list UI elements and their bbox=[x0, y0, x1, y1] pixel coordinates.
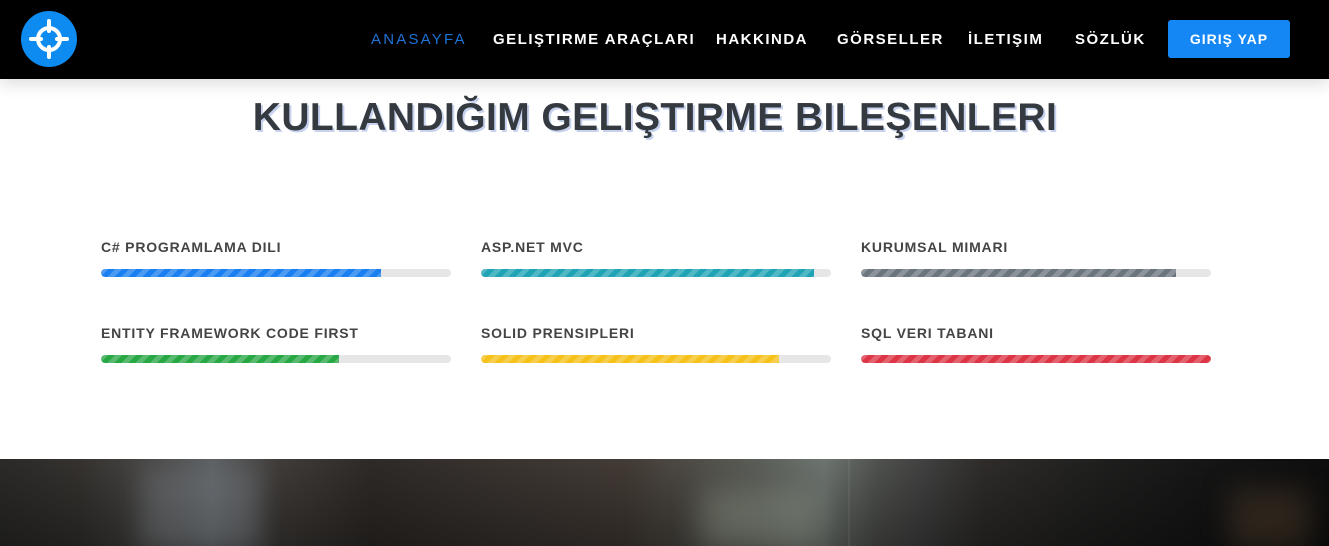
skill-progress-fill bbox=[481, 269, 814, 277]
skill-progress-fill bbox=[861, 355, 1211, 363]
section-title: KULLANDIĞIM GELIŞTIRME BILEŞENLERI bbox=[252, 96, 1058, 139]
skill-progress-track bbox=[481, 269, 831, 277]
skill-progress-track bbox=[481, 355, 831, 363]
skill-item: SOLID PRENSIPLERI bbox=[481, 325, 831, 363]
skill-item: SQL VERI TABANI bbox=[861, 325, 1211, 363]
nav-link-gelistirme-araclari[interactable]: GELIŞTIRME ARAÇLARI bbox=[493, 31, 695, 49]
nav-link-sozluk[interactable]: SÖZLÜK bbox=[1075, 31, 1146, 49]
skill-item: ENTITY FRAMEWORK CODE FIRST bbox=[101, 325, 451, 363]
skill-progress-track bbox=[861, 269, 1211, 277]
skill-label: ENTITY FRAMEWORK CODE FIRST bbox=[101, 325, 359, 341]
skill-label: KURUMSAL MIMARI bbox=[861, 239, 1009, 255]
skill-item: C# PROGRAMLAMA DILI bbox=[101, 239, 451, 277]
blurred-background-shape bbox=[700, 489, 820, 546]
blurred-background-shape bbox=[1230, 489, 1310, 546]
skill-progress-track bbox=[101, 355, 451, 363]
login-button[interactable]: GIRIŞ YAP bbox=[1168, 20, 1290, 58]
skill-label: SQL VERI TABANI bbox=[861, 325, 994, 341]
nav-link-gorseller[interactable]: GÖRSELLER bbox=[837, 31, 944, 49]
skill-progress-fill bbox=[861, 269, 1176, 277]
top-navbar: ANASAYFA GELIŞTIRME ARAÇLARI HAKKINDA GÖ… bbox=[0, 0, 1329, 79]
skill-progress-track bbox=[101, 269, 451, 277]
background-divider bbox=[848, 459, 850, 546]
background-image-section bbox=[0, 459, 1329, 546]
skill-label: C# PROGRAMLAMA DILI bbox=[101, 239, 282, 255]
nav-link-anasayfa[interactable]: ANASAYFA bbox=[371, 31, 467, 49]
skill-progress-fill bbox=[101, 355, 339, 363]
skill-progress-track bbox=[861, 355, 1211, 363]
nav-link-iletisim[interactable]: İLETIŞIM bbox=[968, 31, 1043, 49]
skill-label: SOLID PRENSIPLERI bbox=[481, 325, 635, 341]
crosshair-icon[interactable] bbox=[21, 11, 77, 67]
blurred-background-shape bbox=[140, 469, 260, 546]
skill-progress-fill bbox=[481, 355, 779, 363]
skill-progress-fill bbox=[101, 269, 381, 277]
skill-item: KURUMSAL MIMARI bbox=[861, 239, 1211, 277]
skill-label: ASP.NET MVC bbox=[481, 239, 584, 255]
nav-link-hakkinda[interactable]: HAKKINDA bbox=[716, 31, 808, 49]
skill-item: ASP.NET MVC bbox=[481, 239, 831, 277]
